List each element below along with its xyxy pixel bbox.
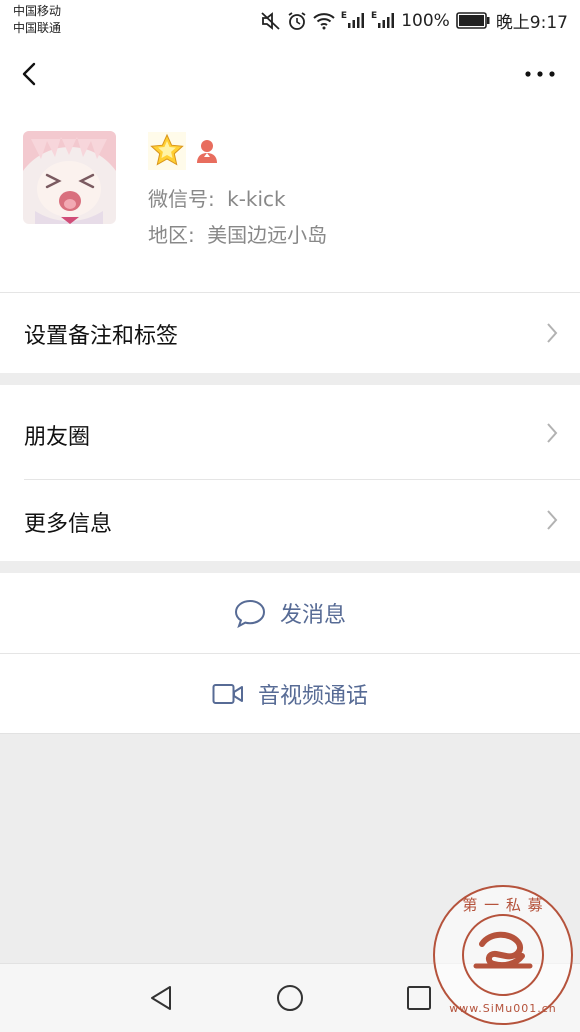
battery-percent: 100% <box>401 10 450 31</box>
avatar[interactable] <box>23 131 116 224</box>
signal-1-icon: E <box>341 12 365 29</box>
wechat-id-label: 微信号: <box>148 187 215 211</box>
chevron-left-icon <box>22 62 36 86</box>
chevron-right-icon <box>547 323 558 343</box>
wifi-icon <box>313 12 335 30</box>
wechat-id-row: 微信号: k-kick <box>148 183 286 212</box>
mute-icon <box>261 11 281 30</box>
video-camera-icon <box>212 684 243 704</box>
circle-home-icon <box>277 985 303 1011</box>
profile-card: 微信号: k-kick 地区: 美国边远小岛 <box>0 106 580 292</box>
clock-time: 晚上9:17 <box>495 13 568 33</box>
moments-cell[interactable]: 朋友圈 <box>0 385 580 479</box>
region-label: 地区: <box>148 223 195 247</box>
video-call-label: 音视频通话 <box>257 684 368 709</box>
signal-2-icon: E <box>371 12 395 29</box>
battery-icon <box>456 12 490 29</box>
remark-tags-label: 设置备注和标签 <box>24 324 179 349</box>
remark-tags-cell[interactable]: 设置备注和标签 <box>0 293 580 373</box>
alarm-icon <box>287 11 307 31</box>
anime-avatar-image <box>23 131 116 224</box>
status-bar: 中国移动 中国联通 E E 100% 晚上9:17 <box>0 0 580 42</box>
watermark-top-text: 第 一 私 募 <box>462 896 544 914</box>
send-message-button[interactable]: 发消息 <box>0 573 580 653</box>
more-info-label: 更多信息 <box>24 512 113 537</box>
region-value: 美国边远小岛 <box>207 223 328 247</box>
chevron-right-icon <box>547 510 558 530</box>
chat-bubble-icon <box>234 599 265 628</box>
gender-female-icon <box>195 138 219 168</box>
moments-label: 朋友圈 <box>24 425 91 450</box>
more-dots-icon <box>525 71 555 77</box>
nav-home-button[interactable] <box>274 982 306 1014</box>
nav-recents-button[interactable] <box>403 982 435 1014</box>
carrier-1: 中国移动 <box>13 4 62 18</box>
watermark-seal: 第 一 私 募 www.SiMu001.cn <box>432 884 574 1026</box>
chevron-right-icon <box>547 423 558 443</box>
star-badge-icon <box>148 132 186 174</box>
section-divider <box>0 733 580 734</box>
info-section: 朋友圈 更多信息 <box>0 385 580 561</box>
square-recents-icon <box>407 986 431 1010</box>
send-message-label: 发消息 <box>279 603 346 628</box>
carrier-2: 中国联通 <box>13 21 62 35</box>
video-call-button[interactable]: 音视频通话 <box>0 654 580 734</box>
more-info-cell[interactable]: 更多信息 <box>0 480 580 561</box>
back-button[interactable] <box>14 56 50 92</box>
more-button[interactable] <box>520 60 560 88</box>
triangle-back-icon <box>151 986 171 1010</box>
nav-back-button[interactable] <box>146 982 178 1014</box>
wechat-id-value: k-kick <box>227 187 286 211</box>
top-bar <box>0 42 580 106</box>
actions-section: 发消息 音视频通话 <box>0 573 580 734</box>
watermark-url-text: www.SiMu001.cn <box>449 1002 557 1015</box>
status-icons: E E 100% 晚上9:17 <box>261 8 568 33</box>
region-row: 地区: 美国边远小岛 <box>148 219 327 248</box>
